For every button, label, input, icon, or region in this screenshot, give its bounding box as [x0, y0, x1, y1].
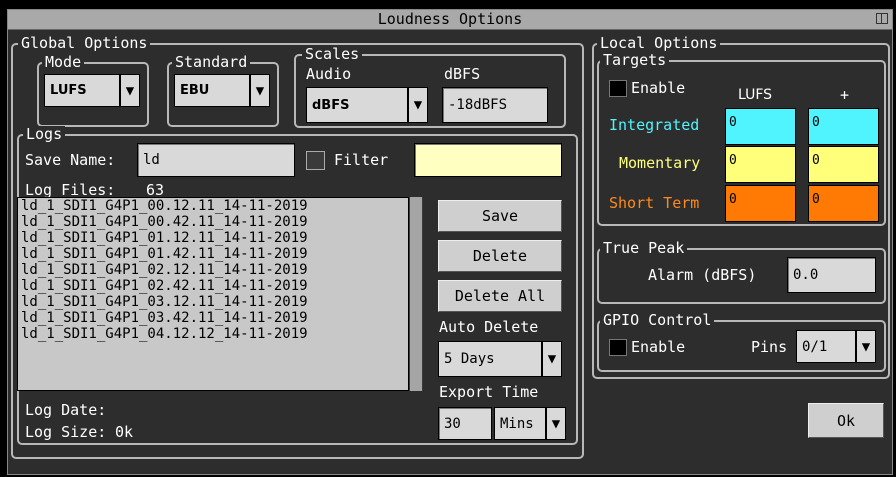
- list-item[interactable]: ld_1_SDI1_G4P1_04.12.12_14-11-2019: [18, 326, 408, 342]
- filter-label: Filter: [334, 151, 389, 169]
- chevron-down-icon[interactable]: ▼: [119, 75, 139, 106]
- pins-value: 0/1: [802, 338, 828, 355]
- chevron-down-icon[interactable]: ▼: [407, 88, 427, 122]
- lufs-column-header: LUFS: [738, 87, 773, 103]
- scrollbar-thumb[interactable]: [410, 197, 422, 391]
- chevron-down-icon[interactable]: ▼: [249, 75, 269, 106]
- auto-delete-value: 5 Days: [444, 351, 495, 367]
- export-time-unit-value: Mins: [500, 415, 534, 432]
- list-item[interactable]: ld_1_SDI1_G4P1_01.42.11_14-11-2019: [18, 246, 408, 262]
- log-size-value: 0k: [115, 423, 134, 441]
- list-item[interactable]: ld_1_SDI1_G4P1_01.12.11_14-11-2019: [18, 230, 408, 246]
- log-date-label: Log Date:: [25, 401, 107, 419]
- restore-icon[interactable]: [876, 13, 888, 24]
- audio-label: Audio: [306, 65, 352, 83]
- log-files-list[interactable]: ld_1_SDI1_G4P1_00.12.11_14-11-2019 ld_1_…: [17, 197, 409, 391]
- standard-legend: Standard: [172, 54, 251, 70]
- chevron-down-icon[interactable]: ▼: [545, 408, 565, 439]
- integrated-plus-field[interactable]: 0: [808, 108, 879, 145]
- mode-select[interactable]: LUFS ▼: [44, 74, 140, 107]
- targets-enable-label: Enable: [631, 79, 686, 97]
- chevron-down-icon[interactable]: ▼: [855, 331, 875, 362]
- filter-checkbox[interactable]: [306, 151, 325, 170]
- logs-legend: Logs: [23, 126, 66, 142]
- audio-scale-select[interactable]: dBFS ▼: [306, 87, 428, 123]
- true-peak-legend: True Peak: [600, 240, 688, 256]
- save-name-label: Save Name:: [25, 151, 116, 169]
- short-term-label: Short Term: [609, 194, 700, 212]
- list-item[interactable]: ld_1_SDI1_G4P1_02.12.11_14-11-2019: [18, 262, 408, 278]
- audio-scale-value: dBFS: [312, 97, 350, 113]
- filter-input[interactable]: [414, 143, 562, 177]
- ok-button[interactable]: Ok: [808, 403, 884, 438]
- mode-legend: Mode: [42, 54, 85, 70]
- standard-select[interactable]: EBU ▼: [174, 74, 270, 107]
- export-time-unit-select[interactable]: Mins ▼: [494, 407, 566, 440]
- global-options-legend: Global Options: [18, 35, 151, 51]
- alarm-label: Alarm (dBFS): [648, 266, 757, 284]
- mode-value: LUFS: [50, 83, 87, 98]
- targets-legend: Targets: [600, 52, 670, 68]
- delete-all-button[interactable]: Delete All: [438, 280, 562, 312]
- log-list-scrollbar[interactable]: [409, 197, 423, 391]
- momentary-lufs-field[interactable]: 0: [725, 146, 796, 183]
- integrated-lufs-field[interactable]: 0: [725, 108, 796, 145]
- list-item[interactable]: ld_1_SDI1_G4P1_03.12.11_14-11-2019: [18, 294, 408, 310]
- delete-button[interactable]: Delete: [438, 240, 562, 272]
- standard-value: EBU: [180, 83, 210, 98]
- gpio-enable-checkbox[interactable]: [609, 339, 627, 356]
- alarm-dbfs-input[interactable]: 0.0: [787, 257, 876, 293]
- auto-delete-label: Auto Delete: [439, 318, 539, 336]
- short-term-lufs-field[interactable]: 0: [725, 185, 796, 222]
- dbfs-label: dBFS: [444, 65, 481, 83]
- integrated-label: Integrated: [609, 116, 700, 134]
- list-item[interactable]: ld_1_SDI1_G4P1_02.42.11_14-11-2019: [18, 278, 408, 294]
- short-term-plus-field[interactable]: 0: [808, 185, 879, 222]
- gpio-enable-label: Enable: [631, 338, 686, 356]
- pins-select[interactable]: 0/1 ▼: [796, 330, 876, 363]
- export-time-label: Export Time: [439, 383, 539, 401]
- save-name-input[interactable]: ld: [137, 143, 295, 177]
- pins-label: Pins: [751, 338, 788, 356]
- chevron-down-icon[interactable]: ▼: [541, 342, 561, 376]
- list-item[interactable]: ld_1_SDI1_G4P1_00.42.11_14-11-2019: [18, 214, 408, 230]
- log-size-label: Log Size:: [25, 423, 107, 441]
- auto-delete-select[interactable]: 5 Days ▼: [438, 341, 562, 377]
- gpio-control-legend: GPIO Control: [600, 312, 715, 328]
- dbfs-reference-field[interactable]: -18dBFS: [442, 87, 548, 123]
- local-options-legend: Local Options: [597, 35, 721, 51]
- targets-enable-checkbox[interactable]: [609, 80, 627, 97]
- momentary-plus-field[interactable]: 0: [808, 146, 879, 183]
- save-button[interactable]: Save: [438, 200, 562, 232]
- window-title: Loudness Options: [377, 10, 523, 28]
- export-time-input[interactable]: 30: [438, 407, 492, 440]
- plus-column-header: +: [840, 86, 850, 104]
- momentary-label: Momentary: [619, 154, 701, 172]
- list-item[interactable]: ld_1_SDI1_G4P1_03.42.11_14-11-2019: [18, 310, 408, 326]
- list-item[interactable]: ld_1_SDI1_G4P1_00.12.11_14-11-2019: [18, 198, 408, 214]
- title-bar[interactable]: Loudness Options: [8, 10, 892, 30]
- scales-legend: Scales: [302, 46, 363, 62]
